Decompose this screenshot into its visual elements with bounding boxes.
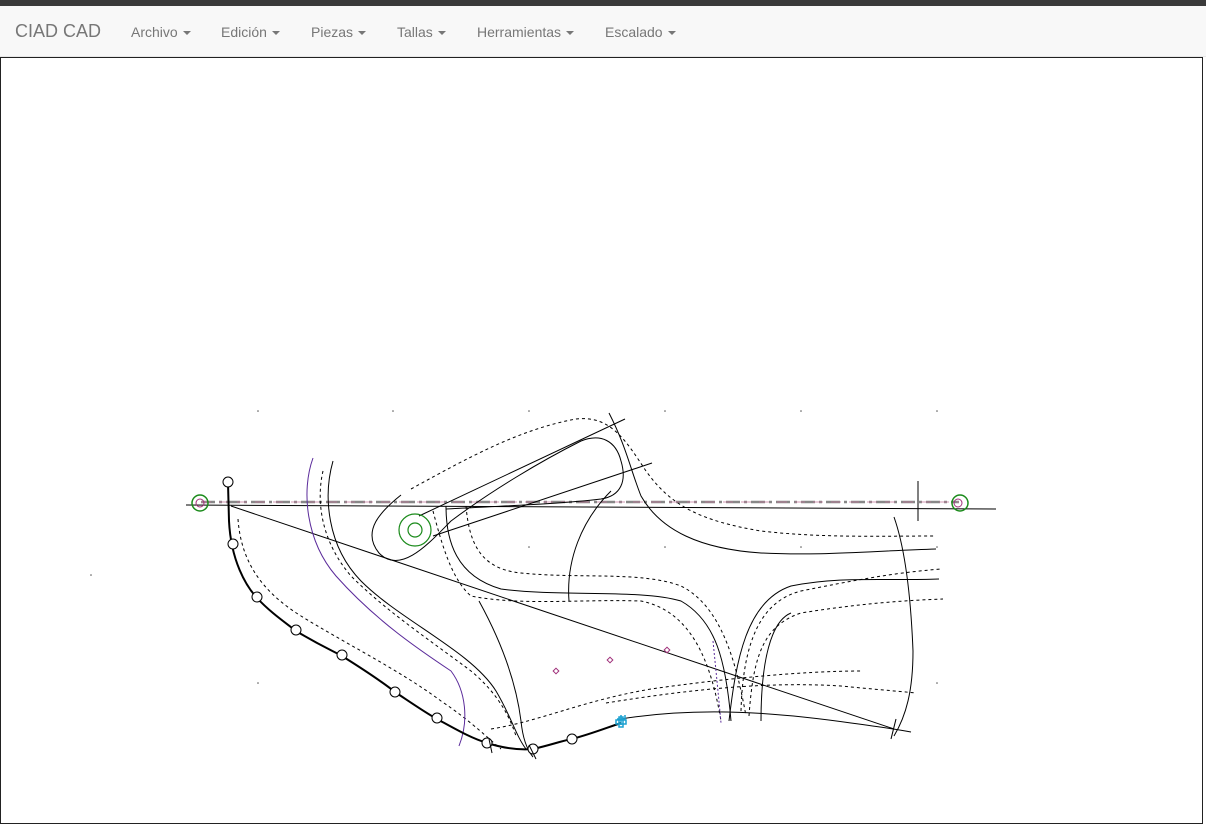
menu-tallas[interactable]: Tallas (397, 23, 446, 41)
menu-escalado-label: Escalado (605, 24, 663, 40)
vamp-curve-1[interactable] (608, 412, 937, 555)
caret-down-icon (271, 31, 280, 36)
main-navbar: CIAD CAD Archivo Edición Piezas Tallas H… (0, 6, 1206, 57)
menu-archivo[interactable]: Archivo (131, 23, 191, 41)
upper-outline[interactable] (371, 437, 624, 561)
edited-sole-curve[interactable] (227, 482, 622, 751)
menu-edicion-label: Edición (221, 24, 267, 40)
inner-dashed-2[interactable] (319, 470, 517, 737)
menu-tallas-label: Tallas (397, 24, 433, 40)
cad-drawing-canvas[interactable] (0, 57, 1203, 824)
menu-archivo-label: Archivo (131, 24, 178, 40)
sole-outline[interactable] (620, 711, 912, 733)
menu-piezas[interactable]: Piezas (311, 23, 367, 41)
caret-down-icon (182, 31, 191, 36)
menu-escalado[interactable]: Escalado (605, 23, 676, 41)
inner-solid-1[interactable] (327, 460, 527, 750)
caret-down-icon (358, 31, 367, 36)
menu-herramientas-label: Herramientas (477, 24, 562, 40)
toe-line-2[interactable] (432, 462, 653, 537)
menu-herramientas[interactable]: Herramientas (477, 23, 575, 41)
bottom-margin (0, 824, 1206, 832)
green-target-center[interactable] (398, 513, 432, 547)
grid-dots (90, 410, 938, 684)
sole-outline-dashed[interactable] (490, 670, 862, 730)
diagonal-line[interactable] (230, 505, 895, 730)
quarter-curve-3[interactable] (748, 598, 944, 717)
caret-down-icon (667, 31, 676, 36)
brand-logo[interactable]: CIAD CAD (15, 21, 101, 41)
caret-down-icon (437, 31, 446, 36)
menu-piezas-label: Piezas (311, 24, 354, 40)
quarter-curve-4[interactable] (760, 612, 792, 722)
inner-dashed-1[interactable] (237, 518, 502, 750)
upper-outline-offset[interactable] (410, 418, 937, 537)
vamp-curve-3[interactable] (465, 505, 747, 717)
diamond-markers[interactable] (552, 646, 671, 675)
caret-down-icon (566, 31, 575, 36)
menu-edicion[interactable]: Edición (221, 23, 280, 41)
shoe-pattern-drawing[interactable] (1, 58, 1202, 823)
